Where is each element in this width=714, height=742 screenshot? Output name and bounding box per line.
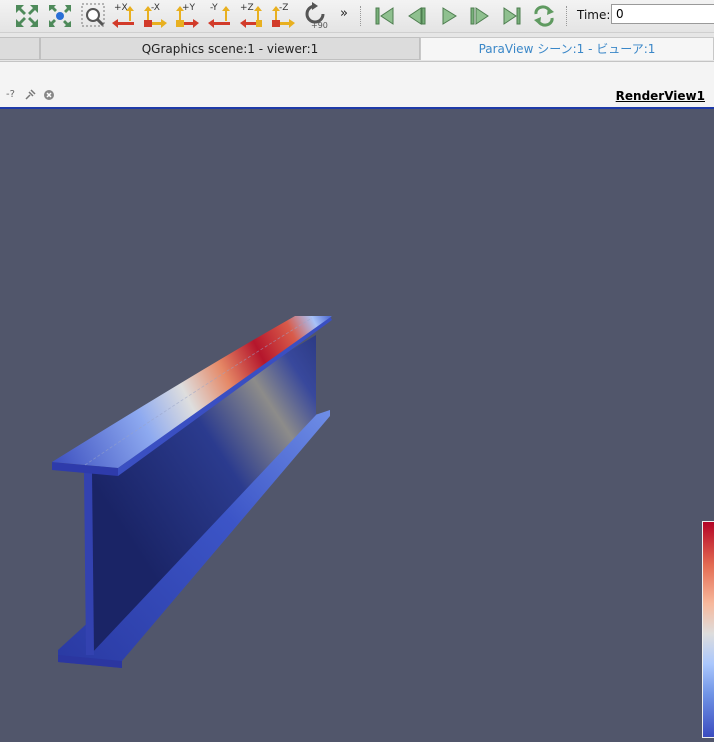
- close-icon[interactable]: [43, 89, 55, 104]
- reset-camera-icon: [16, 5, 38, 27]
- time-input[interactable]: [611, 4, 714, 24]
- next-frame-button[interactable]: [466, 2, 494, 30]
- axis-plus-y-icon: [176, 6, 199, 28]
- query-icon[interactable]: -?: [6, 89, 15, 100]
- view-area-margin: [0, 62, 714, 86]
- toolbar-separator: [360, 6, 363, 26]
- zoom-box-icon: [81, 3, 105, 27]
- tab-qgraphics-scene[interactable]: QGraphics scene:1 - viewer:1: [40, 37, 420, 60]
- loop-button[interactable]: [530, 2, 558, 30]
- next-frame-icon: [470, 7, 489, 25]
- first-frame-button[interactable]: [371, 2, 399, 30]
- rotate-90-label: +90: [311, 21, 328, 30]
- previous-frame-button[interactable]: [403, 2, 431, 30]
- color-legend-bar: [702, 521, 714, 738]
- rotate-90-button[interactable]: +90: [301, 2, 329, 30]
- render-view-canvas[interactable]: [0, 109, 714, 738]
- view-minus-x-button[interactable]: -X: [141, 2, 169, 30]
- zoom-to-data-button[interactable]: [46, 2, 74, 30]
- first-frame-icon: [375, 7, 394, 25]
- view-plus-z-button[interactable]: +Z: [238, 2, 266, 30]
- view-plus-x-button[interactable]: +X: [110, 2, 138, 30]
- i-beam-model: [52, 316, 332, 668]
- play-button[interactable]: [435, 2, 463, 30]
- toolbar-separator: [566, 6, 569, 26]
- render-view-title[interactable]: RenderView1: [616, 89, 705, 103]
- render-view-header: -? RenderView1: [0, 86, 714, 109]
- loop-icon: [534, 5, 554, 27]
- axis-minus-x-icon: [144, 6, 167, 28]
- last-frame-icon: [503, 7, 521, 25]
- tab-paraview-scene[interactable]: ParaView シーン:1 - ビューア:1: [420, 37, 714, 60]
- tab-previous[interactable]: [0, 37, 40, 60]
- view-minus-z-button[interactable]: -Z: [269, 2, 297, 30]
- toolbar-overflow-button[interactable]: »: [340, 6, 348, 21]
- view-tab-bar: QGraphics scene:1 - viewer:1 ParaView シー…: [0, 33, 714, 62]
- view-minus-y-button[interactable]: -Y: [206, 2, 234, 30]
- main-toolbar: +X -X +Y -Y +Z -Z +90 » Time: 0: [0, 0, 714, 33]
- pick-icon[interactable]: [24, 89, 36, 104]
- reset-camera-button[interactable]: [13, 2, 41, 30]
- previous-frame-icon: [408, 7, 426, 25]
- axis-plus-z-icon: [240, 6, 262, 28]
- axis-minus-z-icon: [272, 6, 295, 28]
- time-label: Time:: [577, 8, 611, 22]
- axis-plus-x-icon: [112, 6, 134, 28]
- last-frame-button[interactable]: [498, 2, 526, 30]
- view-plus-y-button[interactable]: +Y: [173, 2, 201, 30]
- zoom-to-box-button[interactable]: [80, 2, 108, 30]
- axis-minus-y-icon: [208, 6, 230, 28]
- play-icon: [442, 7, 457, 25]
- zoom-to-data-icon: [49, 5, 71, 27]
